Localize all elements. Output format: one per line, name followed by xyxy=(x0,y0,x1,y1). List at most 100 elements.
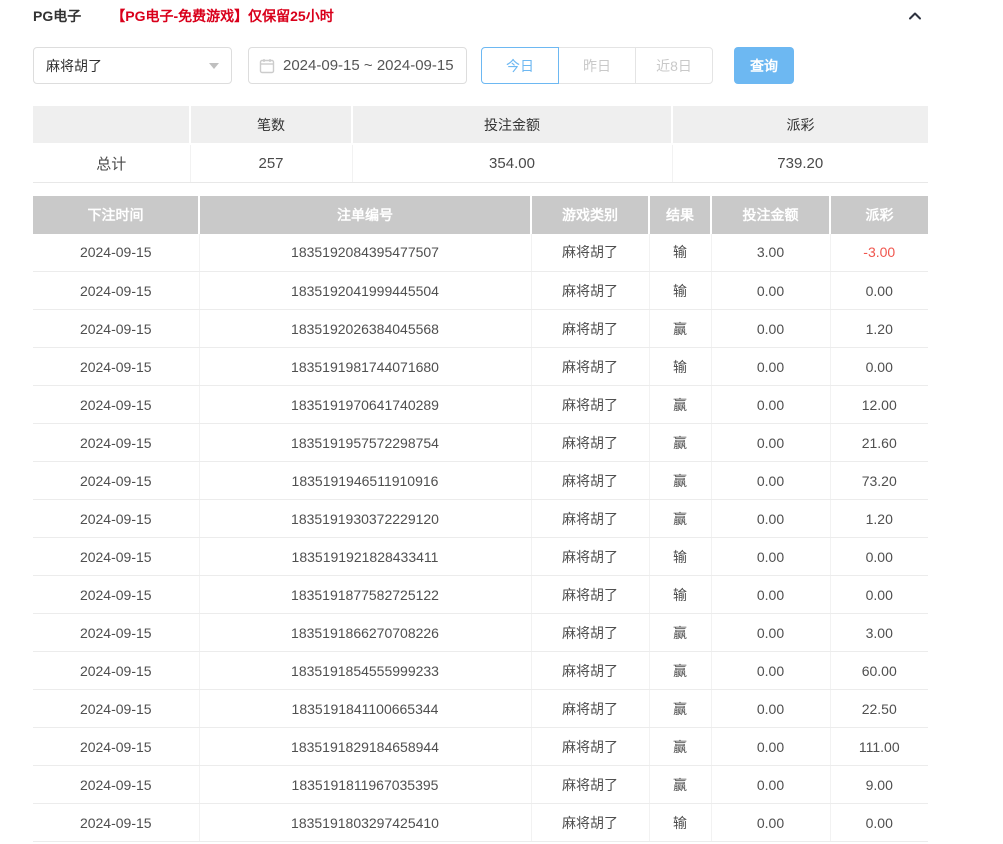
caret-down-icon xyxy=(209,63,219,69)
cell-bet-amount: 0.00 xyxy=(711,576,830,614)
quick-range-last8days-button[interactable]: 近8日 xyxy=(635,47,713,84)
cell-game-type: 麻将胡了 xyxy=(531,614,649,652)
cell-order-number: 1835191957572298754 xyxy=(199,424,531,462)
cell-payout: -3.00 xyxy=(830,234,928,272)
cell-bet-time: 2024-09-15 xyxy=(33,500,199,538)
cell-game-type: 麻将胡了 xyxy=(531,272,649,310)
table-row: 2024-09-151835191803297425410麻将胡了输0.000.… xyxy=(33,804,928,842)
cell-bet-amount: 0.00 xyxy=(711,386,830,424)
cell-bet-time: 2024-09-15 xyxy=(33,538,199,576)
cell-bet-amount: 0.00 xyxy=(711,310,830,348)
cell-game-type: 麻将胡了 xyxy=(531,652,649,690)
cell-order-number: 1835191866270708226 xyxy=(199,614,531,652)
summary-header-payout: 派彩 xyxy=(672,106,928,144)
date-range-input[interactable]: 2024-09-15 ~ 2024-09-15 xyxy=(248,47,467,84)
table-row: 2024-09-151835192026384045568麻将胡了赢0.001.… xyxy=(33,310,928,348)
cell-payout: 0.00 xyxy=(830,272,928,310)
cell-bet-amount: 0.00 xyxy=(711,690,830,728)
header-bet-time: 下注时间 xyxy=(33,196,199,234)
cell-bet-amount: 0.00 xyxy=(711,500,830,538)
cell-payout: 0.00 xyxy=(830,348,928,386)
cell-order-number: 1835192026384045568 xyxy=(199,310,531,348)
table-row: 2024-09-151835191921828433411麻将胡了输0.000.… xyxy=(33,538,928,576)
cell-order-number: 1835191811967035395 xyxy=(199,766,531,804)
cell-game-type: 麻将胡了 xyxy=(531,728,649,766)
cell-game-type: 麻将胡了 xyxy=(531,690,649,728)
table-row: 2024-09-151835192084395477507麻将胡了输3.00-3… xyxy=(33,234,928,272)
cell-bet-time: 2024-09-15 xyxy=(33,652,199,690)
cell-bet-time: 2024-09-15 xyxy=(33,272,199,310)
collapse-panel-button[interactable] xyxy=(905,6,925,26)
cell-game-type: 麻将胡了 xyxy=(531,766,649,804)
table-row: 2024-09-151835191829184658944麻将胡了赢0.0011… xyxy=(33,728,928,766)
game-select-value: 麻将胡了 xyxy=(46,56,102,76)
quick-range-today-button[interactable]: 今日 xyxy=(481,47,559,84)
cell-order-number: 1835191946511910916 xyxy=(199,462,531,500)
cell-result: 赢 xyxy=(649,462,711,500)
panel-header: PG电子 【PG电子-免费游戏】仅保留25小时 xyxy=(33,0,928,24)
cell-game-type: 麻将胡了 xyxy=(531,576,649,614)
search-button[interactable]: 查询 xyxy=(734,47,794,84)
calendar-icon xyxy=(259,58,275,74)
cell-payout: 3.00 xyxy=(830,614,928,652)
cell-result: 输 xyxy=(649,576,711,614)
table-row: 2024-09-151835191866270708226麻将胡了赢0.003.… xyxy=(33,614,928,652)
cell-payout: 1.20 xyxy=(830,500,928,538)
cell-result: 赢 xyxy=(649,310,711,348)
cell-payout: 12.00 xyxy=(830,386,928,424)
cell-bet-time: 2024-09-15 xyxy=(33,690,199,728)
header-result: 结果 xyxy=(649,196,711,234)
cell-payout: 0.00 xyxy=(830,538,928,576)
cell-bet-time: 2024-09-15 xyxy=(33,462,199,500)
cell-order-number: 1835192084395477507 xyxy=(199,234,531,272)
cell-bet-time: 2024-09-15 xyxy=(33,234,199,272)
summary-header-row: 笔数 投注金额 派彩 xyxy=(33,106,928,144)
cell-payout: 0.00 xyxy=(830,576,928,614)
cell-bet-time: 2024-09-15 xyxy=(33,386,199,424)
cell-game-type: 麻将胡了 xyxy=(531,424,649,462)
cell-bet-amount: 0.00 xyxy=(711,804,830,842)
cell-bet-time: 2024-09-15 xyxy=(33,576,199,614)
cell-payout: 60.00 xyxy=(830,652,928,690)
panel-title: PG电子 xyxy=(33,6,81,26)
cell-game-type: 麻将胡了 xyxy=(531,348,649,386)
cell-game-type: 麻将胡了 xyxy=(531,386,649,424)
cell-order-number: 1835191981744071680 xyxy=(199,348,531,386)
quick-range-yesterday-button[interactable]: 昨日 xyxy=(558,47,636,84)
table-row: 2024-09-151835191946511910916麻将胡了赢0.0073… xyxy=(33,462,928,500)
cell-game-type: 麻将胡了 xyxy=(531,538,649,576)
records-header-row: 下注时间 注单编号 游戏类别 结果 投注金额 派彩 xyxy=(33,196,928,234)
summary-total-row: 总计 257 354.00 739.20 xyxy=(33,144,928,182)
cell-payout: 1.20 xyxy=(830,310,928,348)
cell-result: 赢 xyxy=(649,386,711,424)
cell-result: 赢 xyxy=(649,766,711,804)
cell-bet-time: 2024-09-15 xyxy=(33,348,199,386)
cell-game-type: 麻将胡了 xyxy=(531,500,649,538)
table-row: 2024-09-151835191841100665344麻将胡了赢0.0022… xyxy=(33,690,928,728)
filter-bar: 麻将胡了 2024-09-15 ~ 2024-09-15 今日 昨日 近8日 查… xyxy=(33,47,928,84)
table-row: 2024-09-151835191854555999233麻将胡了赢0.0060… xyxy=(33,652,928,690)
cell-payout: 111.00 xyxy=(830,728,928,766)
cell-bet-amount: 0.00 xyxy=(711,728,830,766)
cell-result: 赢 xyxy=(649,728,711,766)
game-select[interactable]: 麻将胡了 xyxy=(33,47,232,84)
cell-result: 输 xyxy=(649,538,711,576)
records-table-body: 2024-09-151835192084395477507麻将胡了输3.00-3… xyxy=(33,234,928,842)
cell-bet-amount: 0.00 xyxy=(711,348,830,386)
cell-bet-time: 2024-09-15 xyxy=(33,766,199,804)
cell-order-number: 1835191970641740289 xyxy=(199,386,531,424)
cell-result: 输 xyxy=(649,348,711,386)
summary-table: 笔数 投注金额 派彩 总计 257 354.00 739.20 xyxy=(33,106,928,183)
table-row: 2024-09-151835191930372229120麻将胡了赢0.001.… xyxy=(33,500,928,538)
cell-bet-amount: 3.00 xyxy=(711,234,830,272)
table-row: 2024-09-151835191811967035395麻将胡了赢0.009.… xyxy=(33,766,928,804)
summary-total-label: 总计 xyxy=(33,144,190,182)
summary-header-bet-amount: 投注金额 xyxy=(352,106,672,144)
quick-range-group: 今日 昨日 近8日 xyxy=(481,47,713,84)
cell-payout: 0.00 xyxy=(830,804,928,842)
table-row: 2024-09-151835191970641740289麻将胡了赢0.0012… xyxy=(33,386,928,424)
cell-result: 输 xyxy=(649,272,711,310)
cell-payout: 22.50 xyxy=(830,690,928,728)
cell-bet-time: 2024-09-15 xyxy=(33,728,199,766)
table-row: 2024-09-151835191877582725122麻将胡了输0.000.… xyxy=(33,576,928,614)
